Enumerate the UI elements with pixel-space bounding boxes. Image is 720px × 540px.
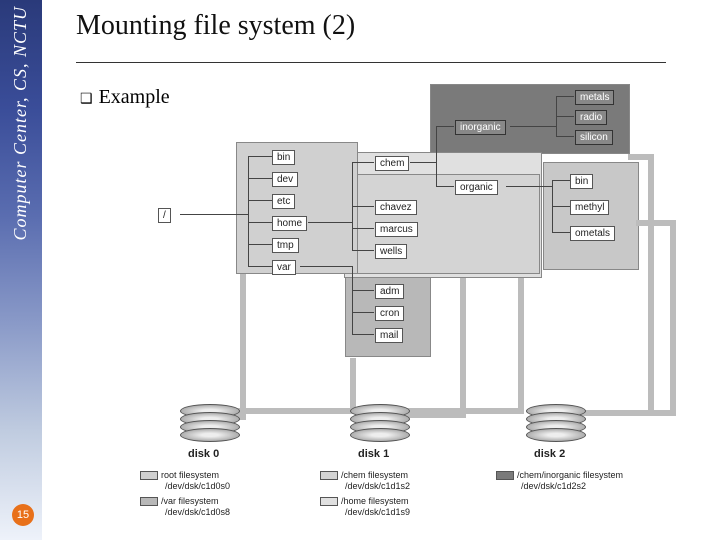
sidebar: Computer Center, CS, NCTU — [0, 0, 42, 540]
connector — [506, 186, 552, 187]
cable — [518, 278, 524, 414]
connector — [556, 136, 574, 137]
node-ometals: ometals — [570, 226, 615, 241]
node-var: var — [272, 260, 296, 275]
connector — [556, 116, 574, 117]
disk-0-label: disk 0 — [188, 448, 219, 460]
connector — [410, 162, 436, 163]
node-bin: bin — [272, 150, 295, 165]
connector — [436, 126, 437, 186]
node-radio: radio — [575, 110, 607, 125]
connector — [248, 156, 272, 157]
cable — [670, 220, 676, 416]
node-tmp: tmp — [272, 238, 299, 253]
connector — [352, 206, 374, 207]
cable — [628, 154, 654, 160]
node-wells: wells — [375, 244, 407, 259]
connector — [552, 206, 570, 207]
filesystem-diagram: / bin dev etc home tmp var chem organic … — [150, 82, 710, 522]
node-organic: organic — [455, 180, 498, 195]
connector — [180, 214, 248, 215]
cable — [396, 408, 524, 414]
disk-1-label: disk 1 — [358, 448, 389, 460]
disk-2-label: disk 2 — [534, 448, 565, 460]
cable — [460, 278, 466, 418]
page-title: Mounting file system (2) — [76, 10, 355, 42]
node-metals: metals — [575, 90, 614, 105]
legend-var: /var filesystem /dev/dsk/c1d0s8 — [140, 496, 230, 518]
cable — [572, 410, 676, 416]
node-mail: mail — [375, 328, 403, 343]
connector — [300, 266, 352, 267]
cable — [648, 154, 654, 416]
legend-home: /home filesystem /dev/dsk/c1d1s9 — [320, 496, 410, 518]
node-root: / — [158, 208, 171, 223]
connector — [352, 162, 374, 163]
sidebar-text: Computer Center, CS, NCTU — [10, 6, 31, 241]
node-marcus: marcus — [375, 222, 418, 237]
node-methyl: methyl — [570, 200, 609, 215]
connector — [352, 250, 374, 251]
connector — [352, 312, 374, 313]
connector — [556, 96, 574, 97]
disk-2-icon — [526, 404, 586, 446]
cable — [228, 408, 356, 414]
disk-0-icon — [180, 404, 240, 446]
connector — [248, 156, 249, 266]
node-adm: adm — [375, 284, 404, 299]
legend-inorg: /chem/inorganic filesystem /dev/dsk/c1d2… — [496, 470, 623, 492]
legend-chem: /chem filesystem /dev/dsk/c1d1s2 — [320, 470, 410, 492]
bullet-icon: ❑ — [80, 90, 93, 106]
legend-root: root filesystem /dev/dsk/c1d0s0 — [140, 470, 230, 492]
cable — [240, 274, 246, 414]
title-rule — [76, 62, 666, 63]
node-bin2: bin — [570, 174, 593, 189]
connector — [352, 334, 374, 335]
connector — [436, 126, 454, 127]
node-dev: dev — [272, 172, 298, 187]
node-inorganic: inorganic — [455, 120, 506, 135]
connector — [352, 290, 374, 291]
connector — [352, 228, 374, 229]
connector — [308, 222, 352, 223]
connector — [436, 186, 454, 187]
cable — [636, 220, 676, 226]
disk-1-icon — [350, 404, 410, 446]
group-root — [236, 142, 358, 274]
page-number: 15 — [12, 504, 34, 526]
connector — [248, 222, 272, 223]
connector — [352, 266, 353, 334]
connector — [552, 180, 570, 181]
node-chavez: chavez — [375, 200, 417, 215]
node-cron: cron — [375, 306, 404, 321]
node-etc: etc — [272, 194, 295, 209]
node-silicon: silicon — [575, 130, 613, 145]
node-chem: chem — [375, 156, 409, 171]
connector — [510, 126, 556, 127]
connector — [248, 266, 272, 267]
connector — [248, 200, 272, 201]
connector — [248, 244, 272, 245]
connector — [552, 232, 570, 233]
node-home: home — [272, 216, 307, 231]
group-chem — [344, 174, 540, 274]
connector — [248, 178, 272, 179]
